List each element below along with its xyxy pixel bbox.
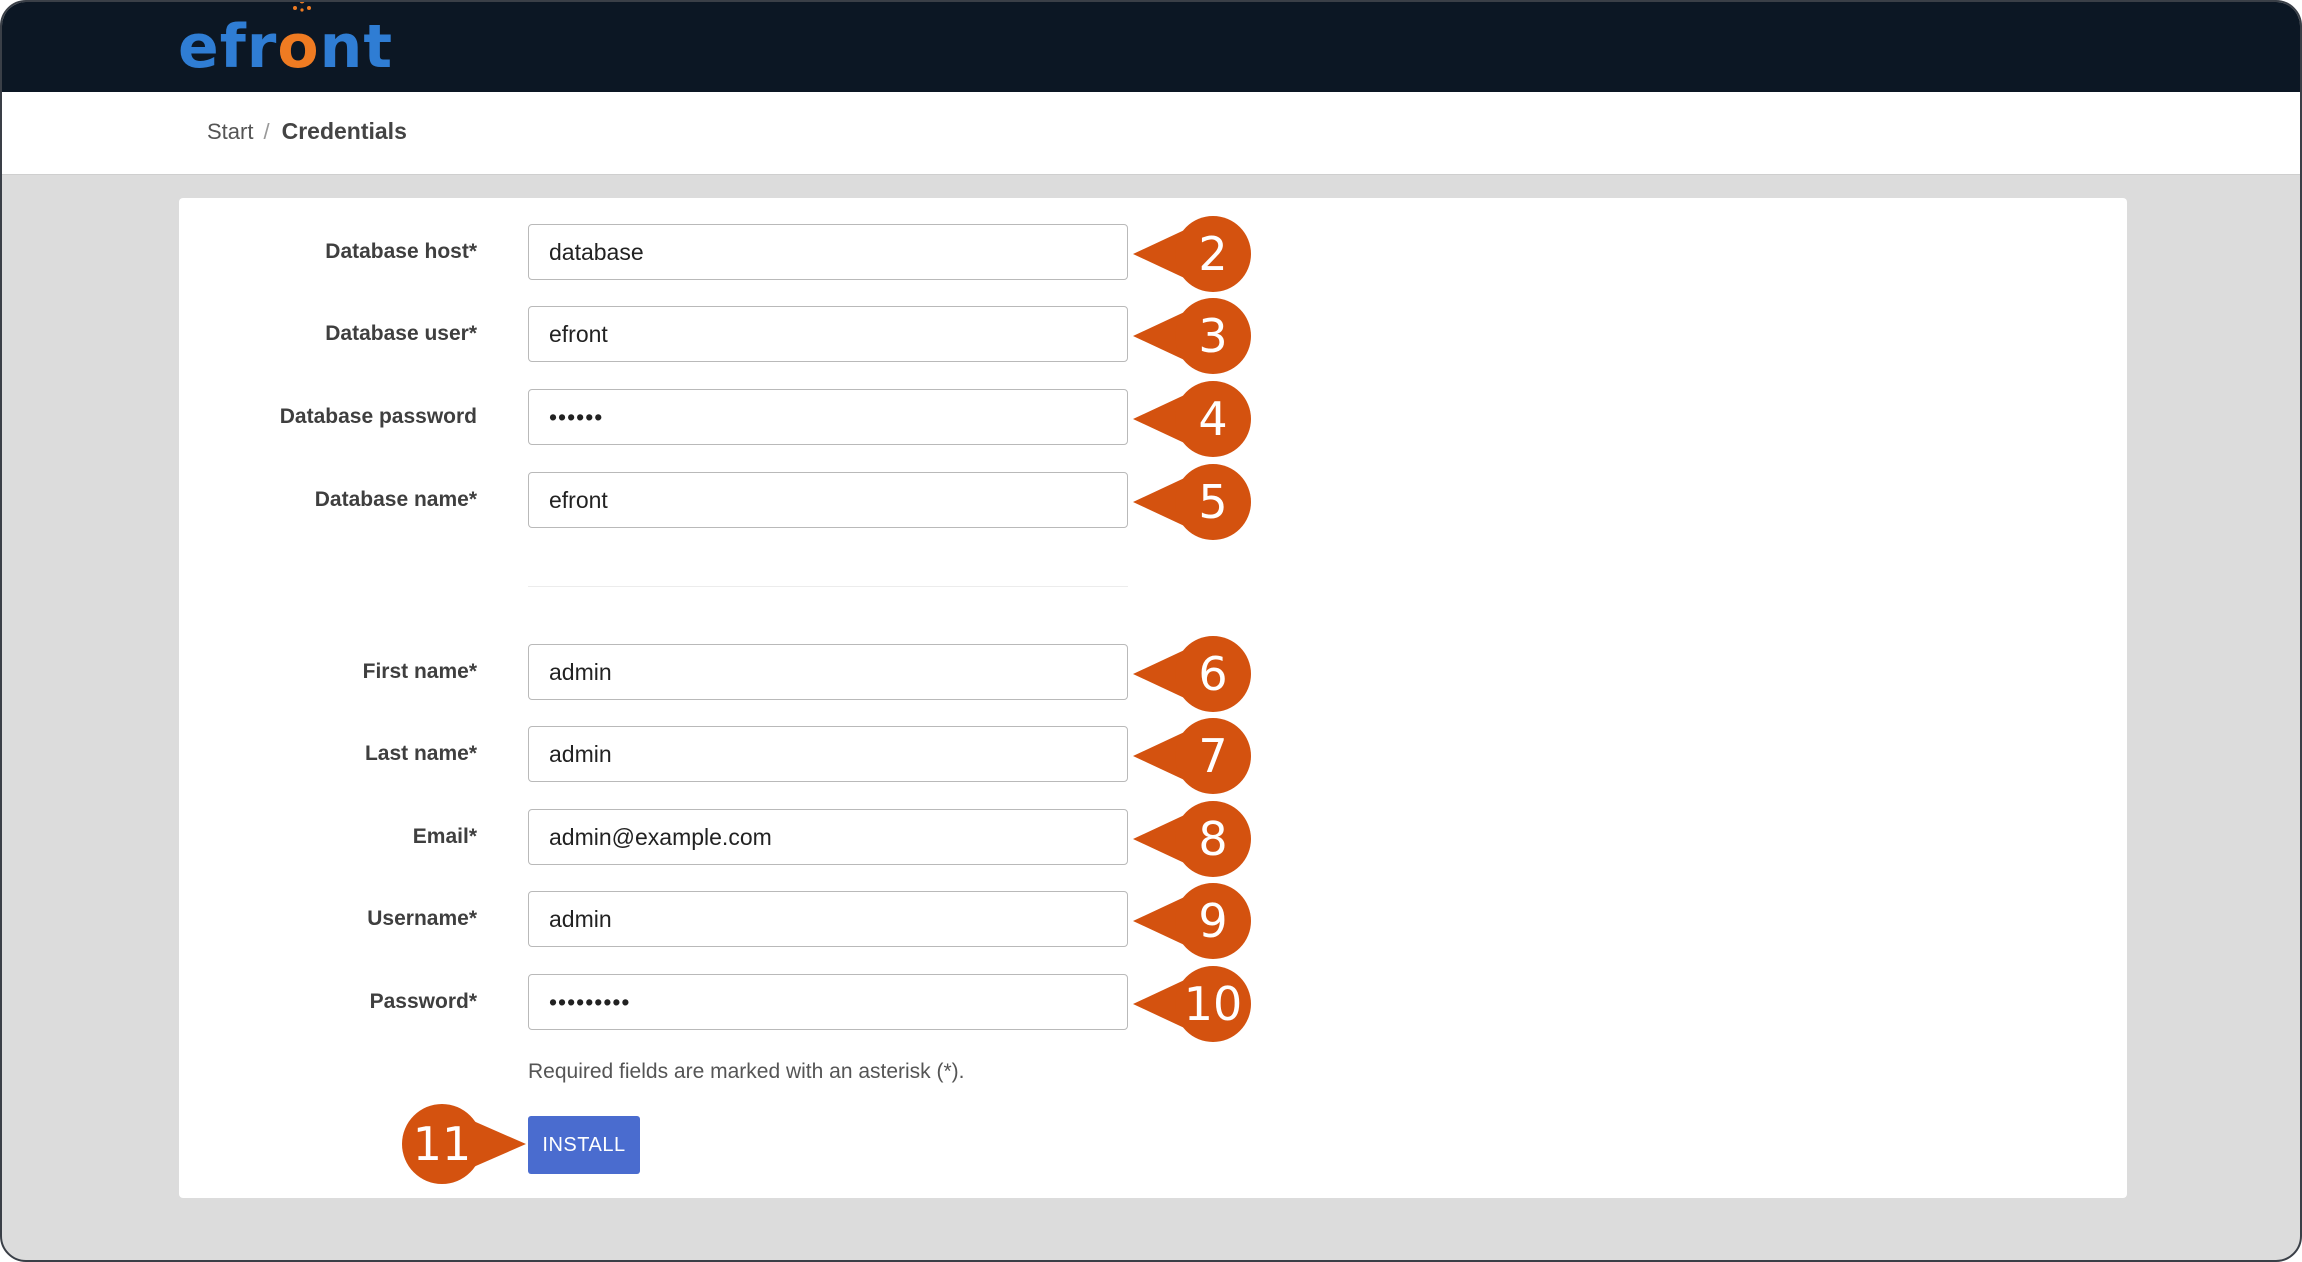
callout-badge: 8 [1133,801,1253,877]
username-label: Username* [367,907,477,930]
callout-badge: 10 [1133,966,1253,1042]
first-name-input[interactable] [528,644,1128,700]
callout-number: 5 [1198,475,1228,529]
breadcrumb-start[interactable]: Start [207,119,253,145]
callout-badge: 9 [1133,883,1253,959]
callout-number: 3 [1198,309,1228,363]
breadcrumb-separator: / [263,118,270,144]
database-host-label: Database host* [325,240,477,263]
logo-text-prefix: efr [178,12,278,82]
email-input[interactable] [528,809,1128,865]
database-user-row: Database user* 3 [179,298,1479,374]
top-bar: efr ont [2,2,2300,92]
app-window: efr ont Start / Credentials Database host… [0,0,2302,1262]
last-name-label: Last name* [364,742,477,765]
first-name-row: First name* 6 [179,636,1479,712]
database-name-row: Database name* 5 [179,464,1479,540]
callout-number: 9 [1198,894,1228,948]
password-input[interactable] [528,974,1128,1030]
callout-badge: 2 [1133,216,1253,292]
callout-number: 11 [412,1117,472,1171]
database-password-label: Database password [279,405,477,428]
callout-badge: 3 [1133,298,1253,374]
breadcrumb-bar: Start / Credentials [2,92,2300,175]
logo-text-o: o [277,2,319,82]
install-callout-badge: 11 [402,1104,526,1184]
callout-number: 4 [1198,392,1228,446]
email-label: Email* [412,825,477,848]
database-name-input[interactable] [528,472,1128,528]
database-host-row: Database host* 2 [179,216,1479,292]
callout-number: 2 [1198,227,1228,281]
callout-number: 6 [1198,647,1228,701]
section-divider [528,586,1128,587]
callout-number: 7 [1198,729,1228,783]
install-button[interactable]: INSTALL [528,1116,640,1174]
database-password-input[interactable] [528,389,1128,445]
credentials-form-card: Database host* 2 Database user* 3 Databa… [179,198,2127,1198]
database-host-input[interactable] [528,224,1128,280]
breadcrumb-credentials: Credentials [281,118,407,144]
username-row: Username* 9 [179,883,1479,959]
first-name-label: First name* [362,660,477,683]
database-password-row: Database password 4 [179,381,1479,457]
callout-number: 10 [1183,977,1243,1031]
callout-badge: 6 [1133,636,1253,712]
database-user-label: Database user* [325,322,477,345]
email-row: Email* 8 [179,801,1479,877]
username-input[interactable] [528,891,1128,947]
last-name-row: Last name* 7 [179,718,1479,794]
required-fields-note: Required fields are marked with an aster… [528,1060,965,1083]
database-user-input[interactable] [528,306,1128,362]
callout-badge: 5 [1133,464,1253,540]
callout-badge: 4 [1133,381,1253,457]
efront-logo[interactable]: efr ont [178,2,394,84]
last-name-input[interactable] [528,726,1128,782]
database-name-label: Database name* [314,488,477,511]
logo-text-suffix: nt [319,12,394,82]
logo-sparks-icon [293,2,312,12]
password-label: Password* [369,990,477,1013]
breadcrumb: Start / Credentials [207,118,407,145]
callout-number: 8 [1198,812,1228,866]
password-row: Password* 10 [179,966,1479,1042]
callout-badge: 7 [1133,718,1253,794]
